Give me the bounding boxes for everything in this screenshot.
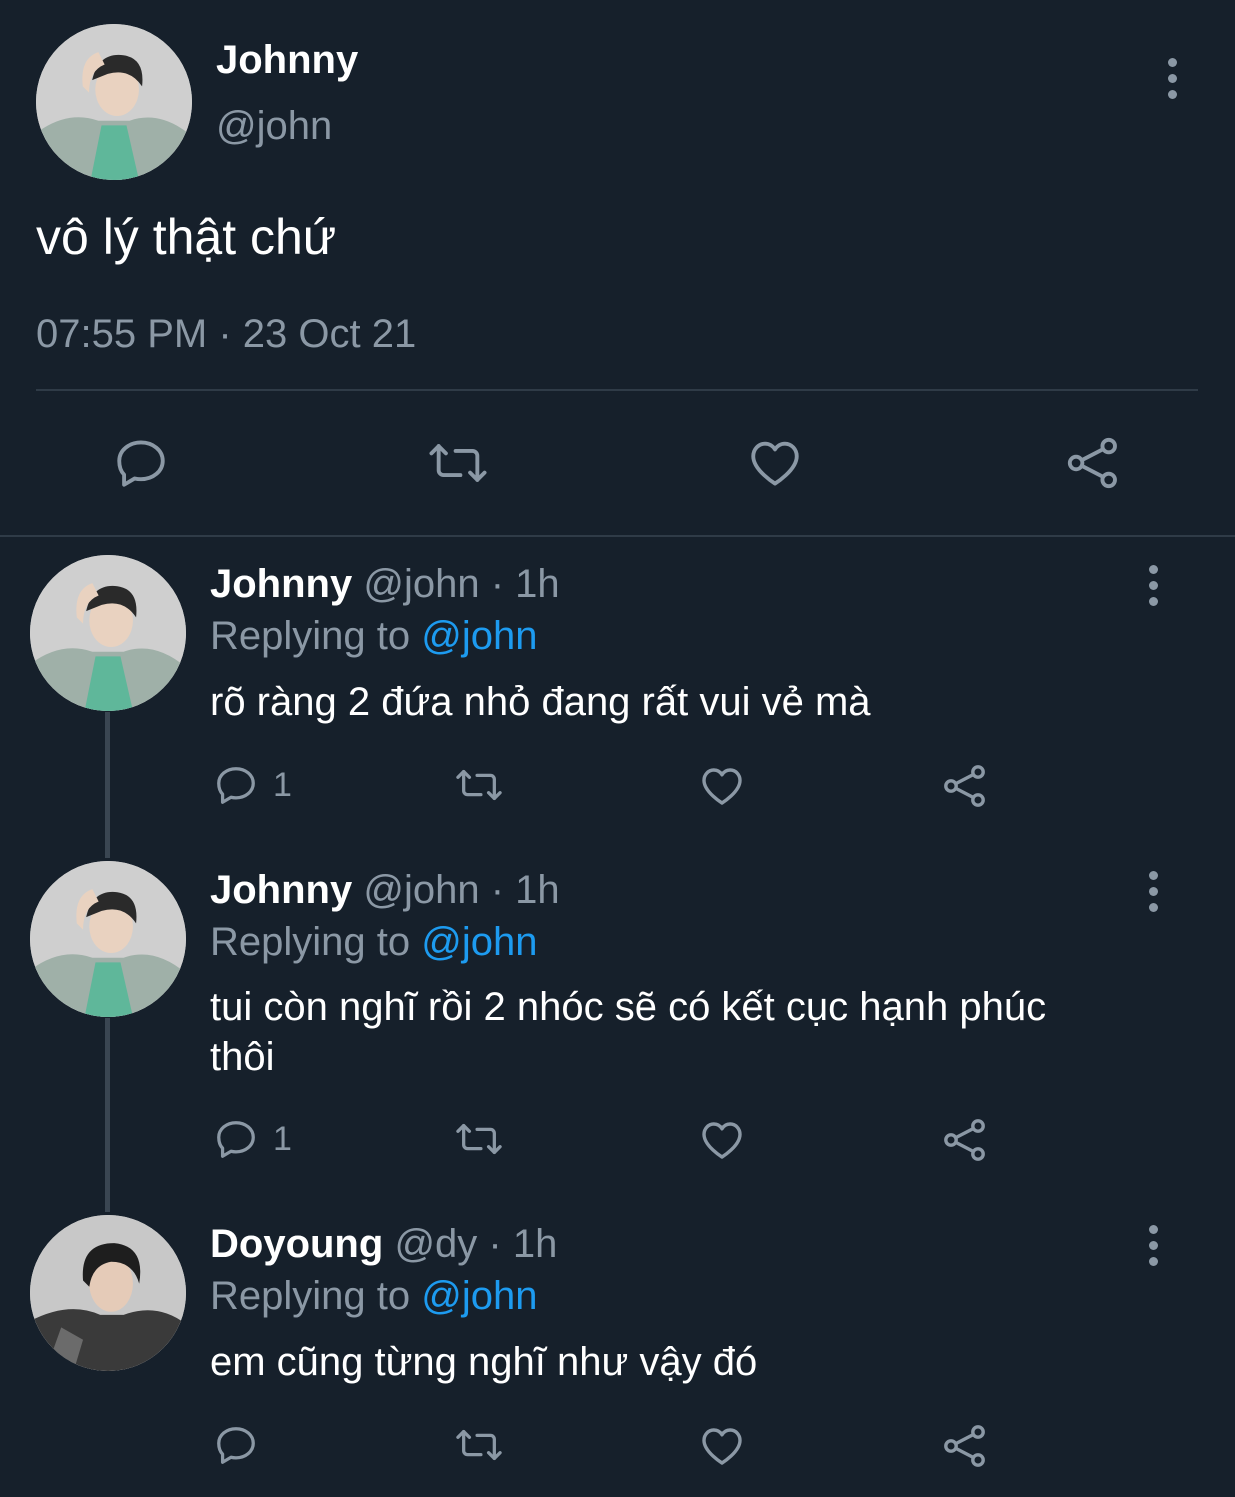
divider [36, 389, 1198, 391]
reply-text: em cũng từng nghĩ như vậy đó [210, 1340, 758, 1384]
author-name[interactable]: Johnny [210, 562, 352, 606]
reply-button[interactable]: 1 [213, 762, 292, 808]
replying-to-label: Replying to [210, 920, 411, 964]
reply-icon [217, 767, 255, 804]
author-handle[interactable]: @john [363, 562, 479, 606]
reply-count: 1 [273, 1119, 292, 1158]
mention-link[interactable]: @john [421, 1274, 537, 1318]
more-options-icon[interactable] [1143, 1225, 1163, 1273]
like-icon [702, 1122, 742, 1159]
like-icon [751, 441, 799, 486]
share-icon [1067, 437, 1117, 489]
reply-header: Doyoung @dy · 1h [210, 1222, 557, 1267]
replying-to: Replying to @john [210, 614, 537, 659]
avatar[interactable] [30, 1215, 186, 1371]
reply-button[interactable] [213, 1422, 273, 1468]
reply-button[interactable]: 1 [213, 1116, 292, 1162]
avatar-photo [30, 1215, 186, 1371]
share-icon [944, 1119, 985, 1161]
share-button[interactable] [1064, 434, 1122, 492]
like-button[interactable] [746, 434, 804, 492]
more-options-icon[interactable] [1162, 58, 1182, 106]
retweet-button[interactable] [425, 434, 491, 492]
retweet-button[interactable] [452, 1116, 506, 1162]
reply-text: tui còn nghĩ rồi 2 nhóc sẽ có kết cục hạ… [210, 985, 1047, 1079]
replying-to: Replying to @john [210, 1274, 537, 1319]
reply-time: · 1h [490, 562, 560, 606]
thread-line [105, 712, 110, 858]
author-name[interactable]: Johnny [216, 38, 358, 83]
share-button[interactable] [941, 1116, 989, 1164]
like-icon [702, 1428, 742, 1465]
like-button[interactable] [698, 762, 746, 810]
replying-to-label: Replying to [210, 614, 411, 658]
share-button[interactable] [941, 762, 989, 810]
author-name[interactable]: Johnny [210, 868, 352, 912]
reply-icon [217, 1121, 255, 1158]
like-icon [702, 768, 742, 805]
reply-header: Johnny @john · 1h [210, 868, 560, 913]
reply-button[interactable] [112, 434, 170, 492]
thread-line [105, 1018, 110, 1212]
replying-to-label: Replying to [210, 1274, 411, 1318]
retweet-icon [456, 769, 502, 801]
reply-icon [117, 440, 165, 487]
avatar-photo [36, 24, 192, 180]
retweet-button[interactable] [452, 762, 506, 808]
share-icon [944, 765, 985, 807]
mention-link[interactable]: @john [421, 614, 537, 658]
retweet-icon [429, 444, 487, 482]
author-name[interactable]: Doyoung [210, 1222, 383, 1266]
like-button[interactable] [698, 1116, 746, 1164]
avatar-photo [30, 861, 186, 1017]
reply-text: rõ ràng 2 đứa nhỏ đang rất vui vẻ mà [210, 680, 871, 724]
author-handle[interactable]: @dy [394, 1222, 477, 1266]
author-handle[interactable]: @john [363, 868, 479, 912]
reply-count: 1 [273, 765, 292, 804]
retweet-button[interactable] [452, 1422, 506, 1468]
avatar[interactable] [30, 861, 186, 1017]
mention-link[interactable]: @john [421, 920, 537, 964]
reply-time: · 1h [490, 868, 560, 912]
share-button[interactable] [941, 1422, 989, 1470]
replying-to: Replying to @john [210, 920, 537, 965]
more-options-icon[interactable] [1143, 871, 1163, 919]
tweet-text: vô lý thật chứ [36, 209, 337, 265]
more-options-icon[interactable] [1143, 565, 1163, 613]
author-handle[interactable]: @john [216, 104, 332, 149]
retweet-icon [456, 1429, 502, 1461]
like-button[interactable] [698, 1422, 746, 1470]
reply-time: · 1h [488, 1222, 558, 1266]
avatar[interactable] [36, 24, 192, 180]
retweet-icon [456, 1123, 502, 1155]
reply-icon [217, 1427, 255, 1464]
tweet-timestamp: 07:55 PM · 23 Oct 21 [36, 312, 417, 356]
avatar[interactable] [30, 555, 186, 711]
divider [0, 535, 1235, 537]
reply-header: Johnny @john · 1h [210, 562, 560, 607]
avatar-photo [30, 555, 186, 711]
share-icon [944, 1425, 985, 1467]
